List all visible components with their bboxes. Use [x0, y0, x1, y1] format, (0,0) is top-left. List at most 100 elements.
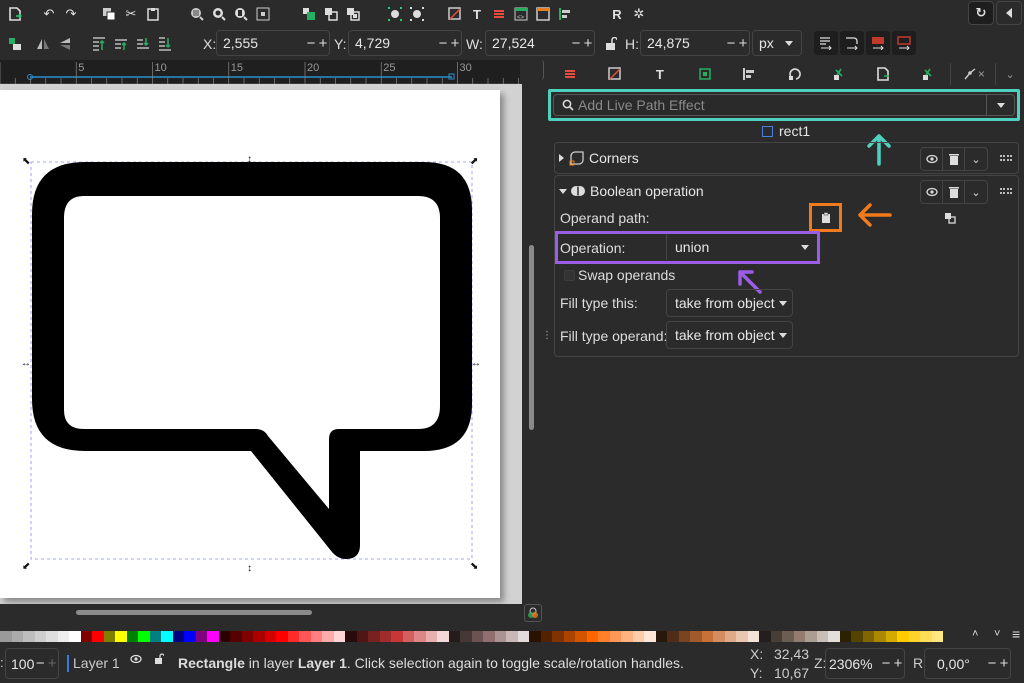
color-swatch[interactable]: [253, 630, 265, 642]
vertical-scrollbar[interactable]: [522, 60, 542, 626]
color-management-button[interactable]: [524, 604, 542, 622]
delete-trash-icon[interactable]: [943, 181, 965, 203]
color-swatch[interactable]: [598, 630, 610, 642]
color-swatch[interactable]: [402, 630, 414, 642]
duplicate-icon[interactable]: [98, 3, 120, 25]
y-decrement[interactable]: −: [437, 35, 449, 52]
preferences-icon[interactable]: ✲: [628, 3, 650, 25]
enter-group-icon[interactable]: [342, 3, 364, 25]
w-decrement[interactable]: −: [570, 35, 582, 52]
color-swatch[interactable]: [701, 630, 713, 642]
color-swatch[interactable]: [575, 630, 587, 642]
paste-icon[interactable]: [142, 3, 164, 25]
rotate-decrement[interactable]: −: [986, 655, 998, 672]
color-swatch[interactable]: [506, 630, 518, 642]
lpe-item-corners[interactable]: Corners ⌄: [554, 142, 1019, 174]
color-swatch[interactable]: [862, 630, 874, 642]
color-swatch[interactable]: [299, 630, 311, 642]
color-swatch[interactable]: [138, 630, 150, 642]
color-swatch[interactable]: [483, 630, 495, 642]
color-swatch[interactable]: [184, 630, 196, 642]
zoom-drawing-icon[interactable]: [208, 3, 230, 25]
color-swatch[interactable]: [736, 630, 748, 642]
drag-handle-icon[interactable]: [1000, 188, 1012, 194]
layer-visibility-eye-icon[interactable]: [130, 654, 142, 664]
h-field[interactable]: 24,875 − +: [640, 30, 750, 56]
horizontal-scroll-thumb[interactable]: [76, 610, 312, 615]
color-swatch[interactable]: [368, 630, 380, 642]
visibility-eye-icon[interactable]: [921, 148, 943, 170]
color-swatch[interactable]: [908, 630, 920, 642]
color-swatch[interactable]: [724, 630, 736, 642]
y-increment[interactable]: +: [449, 35, 461, 52]
color-swatch[interactable]: [356, 630, 368, 642]
color-swatch[interactable]: [713, 630, 725, 642]
flip-horizontal-icon[interactable]: [32, 33, 54, 55]
color-swatch[interactable]: [46, 630, 58, 642]
palette-scroll-down-icon[interactable]: ˅: [994, 628, 1000, 640]
chevron-down-icon[interactable]: ⌄: [965, 181, 987, 203]
scale-handle-w[interactable]: ↔: [21, 358, 31, 369]
chevron-down-icon[interactable]: ⌄: [965, 148, 987, 170]
scale-handle-se[interactable]: ⬊: [470, 561, 478, 572]
unit-select[interactable]: px: [752, 30, 802, 56]
tab-layers[interactable]: [548, 63, 593, 85]
color-swatch[interactable]: [149, 630, 161, 642]
color-swatch[interactable]: [471, 630, 483, 642]
color-swatch[interactable]: [517, 630, 529, 642]
tab-path-effects[interactable]: [906, 63, 951, 85]
color-swatch[interactable]: [69, 630, 81, 642]
canvas[interactable]: ⬉ ↕ ⬈ ↔ ↔ ⬋ ↕ ⬊: [0, 84, 522, 624]
deselect-icon[interactable]: [406, 3, 428, 25]
color-swatch[interactable]: [172, 630, 184, 642]
color-swatch[interactable]: [621, 630, 633, 642]
tab-node-active[interactable]: ×: [950, 63, 997, 85]
x-increment[interactable]: +: [317, 35, 329, 52]
color-swatch[interactable]: [816, 630, 828, 642]
color-swatch[interactable]: [80, 630, 92, 642]
color-swatch[interactable]: [276, 630, 288, 642]
tab-text[interactable]: T: [637, 63, 682, 85]
color-swatch[interactable]: [195, 630, 207, 642]
color-swatch[interactable]: [897, 630, 909, 642]
new-document-icon[interactable]: [4, 3, 26, 25]
color-swatch[interactable]: [885, 630, 897, 642]
find-replace-icon[interactable]: R: [606, 3, 628, 25]
color-swatch[interactable]: [287, 630, 299, 642]
color-swatch[interactable]: [632, 630, 644, 642]
tab-close-icon[interactable]: ×: [978, 63, 985, 85]
color-swatch[interactable]: [770, 630, 782, 642]
color-swatch[interactable]: [667, 630, 679, 642]
w-value[interactable]: 27,524: [486, 35, 570, 51]
color-swatch[interactable]: [11, 630, 23, 642]
lpe-list-dropdown[interactable]: [986, 95, 1014, 115]
h-decrement[interactable]: −: [725, 35, 737, 52]
tab-overflow-button[interactable]: ⌄: [996, 68, 1024, 81]
opacity-field[interactable]: 100 − +: [5, 648, 59, 679]
zoom-center-icon[interactable]: [252, 3, 274, 25]
color-swatch[interactable]: [414, 630, 426, 642]
scale-corners-icon[interactable]: [840, 31, 864, 55]
horizontal-scrollbar[interactable]: [0, 604, 522, 624]
select-original-button[interactable]: [944, 212, 956, 224]
document-properties-icon[interactable]: [532, 3, 554, 25]
scale-handle-n[interactable]: ↕: [247, 154, 252, 165]
raise-to-top-icon[interactable]: [88, 33, 110, 55]
zoom-field[interactable]: 2306% − +: [825, 648, 905, 679]
scale-stroke-icon[interactable]: [814, 31, 838, 55]
rotate-value[interactable]: 0,00°: [925, 656, 986, 672]
color-swatch[interactable]: [874, 630, 886, 642]
color-swatch[interactable]: [241, 630, 253, 642]
palette-scroll-up-icon[interactable]: ˄: [972, 628, 978, 640]
zoom-value[interactable]: 2306%: [826, 656, 880, 672]
ungroup-icon[interactable]: [320, 3, 342, 25]
color-swatch[interactable]: [333, 630, 345, 642]
align-distribute-icon[interactable]: [554, 3, 576, 25]
search-placeholder[interactable]: Add Live Path Effect: [574, 97, 986, 113]
layer-lock-icon[interactable]: [154, 653, 164, 665]
speech-bubble-shape[interactable]: [32, 162, 472, 559]
color-swatch[interactable]: [391, 630, 403, 642]
color-swatch[interactable]: [828, 630, 840, 642]
color-swatch[interactable]: [425, 630, 437, 642]
color-swatch[interactable]: [0, 630, 12, 642]
